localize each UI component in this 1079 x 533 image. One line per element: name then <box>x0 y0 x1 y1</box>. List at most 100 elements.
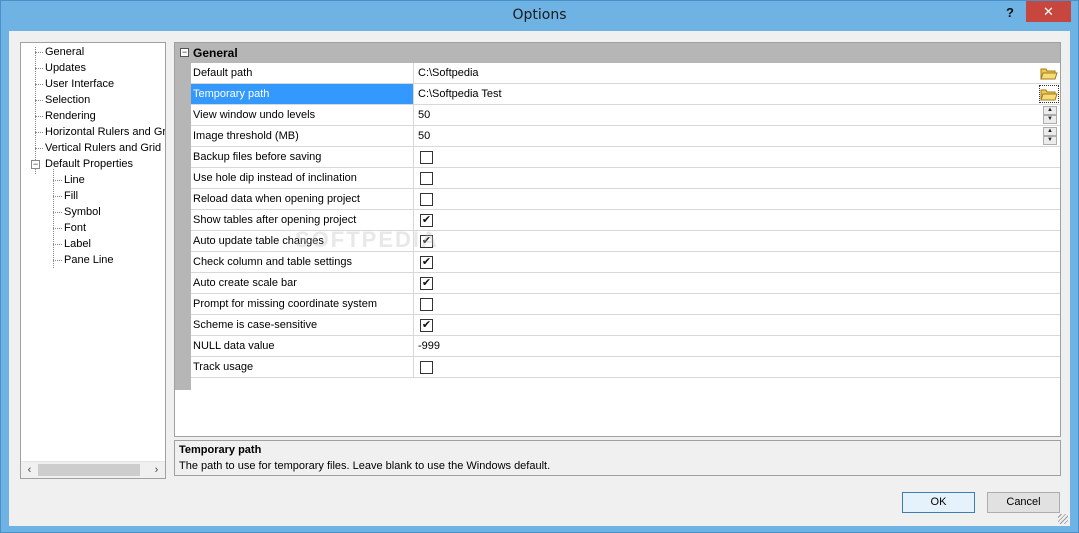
tree-item-general[interactable]: General <box>45 44 84 60</box>
prop-row-auto-scale-bar[interactable]: Auto create scale bar ✔ <box>191 273 1060 294</box>
prop-name[interactable]: Backup files before saving <box>191 147 414 167</box>
title-bar[interactable]: Options ? ✕ <box>1 1 1078 31</box>
tree-item-font[interactable]: Font <box>64 220 86 236</box>
tree-item-updates[interactable]: Updates <box>45 60 86 76</box>
tree-connector <box>53 244 62 245</box>
case-sensitive-checkbox[interactable]: ✔ <box>420 319 433 332</box>
prop-name[interactable]: View window undo levels <box>191 105 414 125</box>
tree-connector <box>35 116 43 117</box>
tree-content: − General Updates User Interface Selecti… <box>21 43 165 459</box>
prop-row-backup-files[interactable]: Backup files before saving <box>191 147 1060 168</box>
ok-button[interactable]: OK <box>902 492 975 513</box>
tree-item-horizontal-rulers[interactable]: Horizontal Rulers and Gri <box>45 124 165 140</box>
prop-name[interactable]: Track usage <box>191 357 414 377</box>
prop-name[interactable]: Reload data when opening project <box>191 189 414 209</box>
backup-files-checkbox[interactable] <box>420 151 433 164</box>
dialog-title: Options <box>512 7 567 23</box>
tree-item-default-properties[interactable]: Default Properties <box>45 156 133 172</box>
tree-connector <box>53 212 62 213</box>
tree-horizontal-scrollbar[interactable]: ‹ › <box>21 461 165 478</box>
prop-row-track-usage[interactable]: Track usage <box>191 357 1060 378</box>
prop-name[interactable]: Temporary path <box>191 84 414 104</box>
tree-item-pane-line[interactable]: Pane Line <box>64 252 114 268</box>
prop-name[interactable]: Auto create scale bar <box>191 273 414 293</box>
prop-row-default-path[interactable]: Default path C:\Softpedia <box>191 63 1060 84</box>
tree-connector <box>35 47 36 174</box>
prop-row-undo-levels[interactable]: View window undo levels 50 ▲ ▼ <box>191 105 1060 126</box>
prop-name[interactable]: Image threshold (MB) <box>191 126 414 146</box>
auto-scale-bar-checkbox[interactable]: ✔ <box>420 277 433 290</box>
tree-item-symbol[interactable]: Symbol <box>64 204 101 220</box>
tree-connector <box>35 84 43 85</box>
tree-connector <box>53 260 62 261</box>
spin-down-icon[interactable]: ▼ <box>1043 115 1057 124</box>
prop-row-null-data-value[interactable]: NULL data value -999 <box>191 336 1060 357</box>
prop-name[interactable]: Check column and table settings <box>191 252 414 272</box>
resize-grip-icon[interactable] <box>1058 514 1068 524</box>
tree-connector <box>35 52 43 53</box>
help-button[interactable]: ? <box>1000 3 1020 23</box>
description-text: The path to use for temporary files. Lea… <box>179 460 551 472</box>
prop-name[interactable]: Use hole dip instead of inclination <box>191 168 414 188</box>
scroll-left-icon[interactable]: ‹ <box>21 462 38 479</box>
prop-row-case-sensitive[interactable]: Scheme is case-sensitive ✔ <box>191 315 1060 336</box>
reload-data-checkbox[interactable] <box>420 193 433 206</box>
tree-item-label[interactable]: Label <box>64 236 91 252</box>
description-panel: Temporary path The path to use for tempo… <box>174 440 1061 476</box>
prompt-coordinate-system-checkbox[interactable] <box>420 298 433 311</box>
track-usage-checkbox[interactable] <box>420 361 433 374</box>
hole-dip-checkbox[interactable] <box>420 172 433 185</box>
browse-folder-icon[interactable] <box>1040 65 1058 81</box>
prop-value-null-data[interactable]: -999 <box>416 336 1016 356</box>
prop-row-reload-data[interactable]: Reload data when opening project <box>191 189 1060 210</box>
show-tables-checkbox[interactable]: ✔ <box>420 214 433 227</box>
dialog-client-area: − General Updates User Interface Selecti… <box>9 31 1070 526</box>
prop-row-image-threshold[interactable]: Image threshold (MB) 50 ▲ ▼ <box>191 126 1060 147</box>
image-threshold-spinner[interactable]: ▲ ▼ <box>1043 127 1057 145</box>
prop-row-hole-dip[interactable]: Use hole dip instead of inclination <box>191 168 1060 189</box>
tree-connector <box>53 196 62 197</box>
tree-connector <box>35 132 43 133</box>
description-title: Temporary path <box>179 444 262 456</box>
browse-folder-icon[interactable] <box>1039 85 1059 103</box>
check-column-settings-checkbox[interactable]: ✔ <box>420 256 433 269</box>
scrollbar-thumb[interactable] <box>38 464 140 476</box>
tree-connector <box>35 148 43 149</box>
scroll-right-icon[interactable]: › <box>148 462 165 479</box>
prop-value-image-threshold[interactable]: 50 <box>416 126 1016 146</box>
tree-item-rendering[interactable]: Rendering <box>45 108 96 124</box>
tree-connector <box>53 169 54 268</box>
category-label: General <box>193 46 238 60</box>
tree-item-vertical-rulers[interactable]: Vertical Rulers and Grid <box>45 140 161 156</box>
prop-value-temporary-path[interactable]: C:\Softpedia Test <box>416 84 1016 104</box>
prop-name[interactable]: Prompt for missing coordinate system <box>191 294 414 314</box>
tree-connector <box>53 228 62 229</box>
prop-value-undo-levels[interactable]: 50 <box>416 105 1016 125</box>
prop-name[interactable]: Scheme is case-sensitive <box>191 315 414 335</box>
spin-up-icon[interactable]: ▲ <box>1043 106 1057 115</box>
spin-down-icon[interactable]: ▼ <box>1043 136 1057 145</box>
prop-row-temporary-path[interactable]: Temporary path C:\Softpedia Test <box>191 84 1060 105</box>
cancel-button[interactable]: Cancel <box>987 492 1060 513</box>
undo-levels-spinner[interactable]: ▲ ▼ <box>1043 106 1057 124</box>
watermark: SOFTPEDIA <box>295 227 439 252</box>
tree-item-selection[interactable]: Selection <box>45 92 90 108</box>
prop-row-check-column-settings[interactable]: Check column and table settings ✔ <box>191 252 1060 273</box>
prop-name[interactable]: NULL data value <box>191 336 414 356</box>
prop-row-prompt-coordinate-system[interactable]: Prompt for missing coordinate system <box>191 294 1060 315</box>
collapse-default-properties-icon[interactable]: − <box>31 160 40 169</box>
collapse-category-icon[interactable]: − <box>180 48 189 57</box>
tree-connector <box>35 68 43 69</box>
category-header-general[interactable]: − General <box>175 43 1060 63</box>
property-grid[interactable]: − General Default path C:\Softpedia Temp… <box>174 42 1061 437</box>
spin-up-icon[interactable]: ▲ <box>1043 127 1057 136</box>
grid-gutter <box>175 63 191 390</box>
tree-item-user-interface[interactable]: User Interface <box>45 76 114 92</box>
tree-item-line[interactable]: Line <box>64 172 85 188</box>
options-tree[interactable]: − General Updates User Interface Selecti… <box>20 42 166 479</box>
close-button[interactable]: ✕ <box>1026 1 1071 22</box>
tree-item-fill[interactable]: Fill <box>64 188 78 204</box>
prop-name[interactable]: Default path <box>191 63 414 83</box>
prop-value-default-path[interactable]: C:\Softpedia <box>416 63 1016 83</box>
options-dialog: Options ? ✕ − General Updates User Inter… <box>0 0 1079 533</box>
